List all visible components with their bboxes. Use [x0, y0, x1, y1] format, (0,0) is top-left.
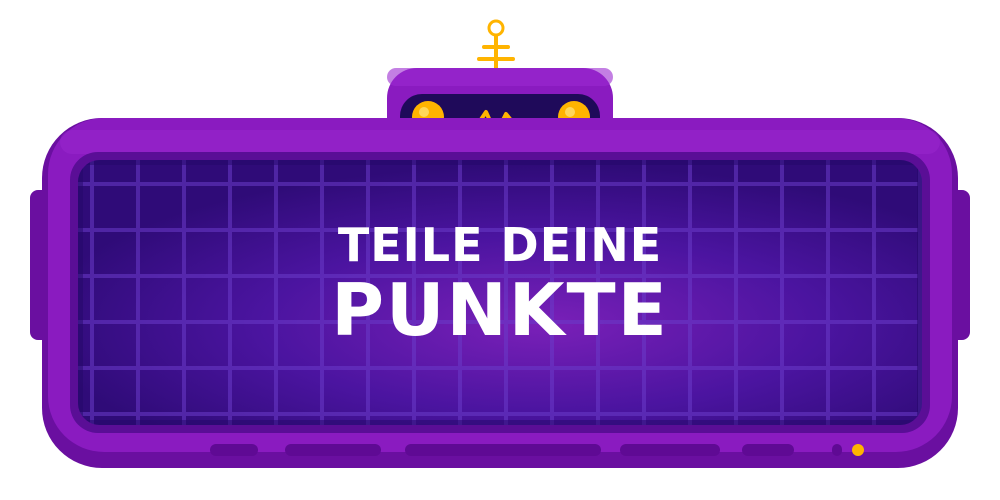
vent-slots: [210, 444, 842, 456]
share-score-banner: TEILE DEINE PUNKTE: [0, 0, 1000, 500]
title-line-1: TEILE DEINE: [337, 218, 663, 272]
antenna-icon: [477, 19, 515, 76]
banner-title: TEILE DEINE PUNKTE: [80, 222, 920, 346]
title-line-2: PUNKTE: [331, 268, 669, 352]
status-led-icon: [852, 444, 864, 456]
